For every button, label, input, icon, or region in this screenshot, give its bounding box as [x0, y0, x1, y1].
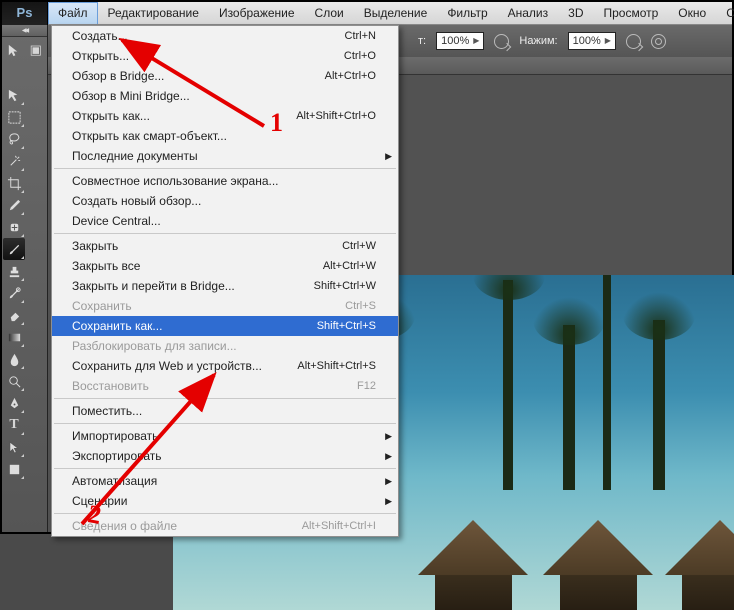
gradient-tool-icon[interactable] — [3, 326, 25, 348]
menuitem[interactable]: Совместное использование экрана... — [52, 171, 398, 191]
path-select-tool-icon[interactable] — [3, 436, 25, 458]
stamp-tool-icon[interactable] — [3, 260, 25, 282]
menuitem[interactable]: Автоматизация▶ — [52, 471, 398, 491]
menuitem: ВосстановитьF12 — [52, 376, 398, 396]
menu-просмотр[interactable]: Просмотр — [593, 2, 668, 24]
pressure-size-icon[interactable] — [651, 34, 666, 49]
brush-tool-icon[interactable] — [3, 238, 25, 260]
move-tool-mini-icon[interactable] — [2, 37, 25, 63]
collapse-bar[interactable]: ◀◀ — [2, 25, 47, 37]
healing-tool-icon[interactable] — [3, 216, 25, 238]
menuitem[interactable]: Импортировать▶ — [52, 426, 398, 446]
menuitem[interactable]: Сохранить как...Shift+Ctrl+S — [52, 316, 398, 336]
type-tool-icon[interactable]: T — [3, 414, 25, 436]
airbrush-icon[interactable] — [626, 34, 641, 49]
annotation-1: 1 — [270, 108, 283, 138]
menuitem[interactable]: Сохранить для Web и устройств...Alt+Shif… — [52, 356, 398, 376]
pen-tool-icon[interactable] — [3, 392, 25, 414]
menuitem[interactable]: Открыть...Ctrl+O — [52, 46, 398, 66]
dodge-tool-icon[interactable] — [3, 370, 25, 392]
menuitem: СохранитьCtrl+S — [52, 296, 398, 316]
menu-окно[interactable]: Окно — [668, 2, 716, 24]
marquee-tool-icon[interactable] — [3, 106, 25, 128]
app-badge: Ps — [2, 2, 48, 25]
blur-tool-icon[interactable] — [3, 348, 25, 370]
menu-файл[interactable]: Файл — [48, 2, 98, 24]
menuitem[interactable]: Закрыть и перейти в Bridge...Shift+Ctrl+… — [52, 276, 398, 296]
file-menu-dropdown: Создать...Ctrl+NОткрыть...Ctrl+OОбзор в … — [51, 25, 399, 537]
flow-field[interactable]: 100%▶ — [568, 32, 616, 50]
options-label: Нажим: — [519, 35, 557, 47]
menuitem[interactable]: Последние документы▶ — [52, 146, 398, 166]
crop-tool-icon[interactable] — [3, 172, 25, 194]
wand-tool-icon[interactable] — [3, 150, 25, 172]
menu-выделение[interactable]: Выделение — [354, 2, 438, 24]
menuitem[interactable]: Сценарии▶ — [52, 491, 398, 511]
menu-фильтр[interactable]: Фильтр — [437, 2, 497, 24]
menu-3d[interactable]: 3D — [558, 2, 593, 24]
menuitem[interactable]: Открыть как...Alt+Shift+Ctrl+O — [52, 106, 398, 126]
menuitem: Разблокировать для записи... — [52, 336, 398, 356]
menubar: ФайлРедактированиеИзображениеСлоиВыделен… — [48, 2, 732, 25]
menu-анализ[interactable]: Анализ — [498, 2, 559, 24]
opacity-field[interactable]: 100%▶ — [436, 32, 484, 50]
eraser-tool-icon[interactable] — [3, 304, 25, 326]
options-label: т: — [418, 35, 426, 47]
menu-справ[interactable]: Справ — [716, 2, 734, 24]
move-tool-icon[interactable] — [3, 84, 25, 106]
menuitem: Сведения о файлеAlt+Shift+Ctrl+I — [52, 516, 398, 536]
panel-arrow-icon[interactable]: ▣ — [25, 37, 48, 63]
eyedropper-tool-icon[interactable] — [3, 194, 25, 216]
menuitem[interactable]: Закрыть всеAlt+Ctrl+W — [52, 256, 398, 276]
menuitem[interactable]: Обзор в Mini Bridge... — [52, 86, 398, 106]
shape-tool-icon[interactable] — [3, 458, 25, 480]
menuitem[interactable]: Создать...Ctrl+N — [52, 26, 398, 46]
menu-редактирование[interactable]: Редактирование — [98, 2, 209, 24]
menuitem[interactable]: Экспортировать▶ — [52, 446, 398, 466]
menuitem[interactable]: Открыть как смарт-объект... — [52, 126, 398, 146]
history-brush-tool-icon[interactable] — [3, 282, 25, 304]
pressure-opacity-icon[interactable] — [494, 34, 509, 49]
menuitem[interactable]: Device Central... — [52, 211, 398, 231]
menuitem[interactable]: Поместить... — [52, 401, 398, 421]
lasso-tool-icon[interactable] — [3, 128, 25, 150]
menu-изображение[interactable]: Изображение — [209, 2, 305, 24]
menuitem[interactable]: Создать новый обзор... — [52, 191, 398, 211]
tools-column: T — [2, 84, 26, 532]
menuitem[interactable]: Обзор в Bridge...Alt+Ctrl+O — [52, 66, 398, 86]
menu-слои[interactable]: Слои — [305, 2, 354, 24]
menuitem[interactable]: ЗакрытьCtrl+W — [52, 236, 398, 256]
